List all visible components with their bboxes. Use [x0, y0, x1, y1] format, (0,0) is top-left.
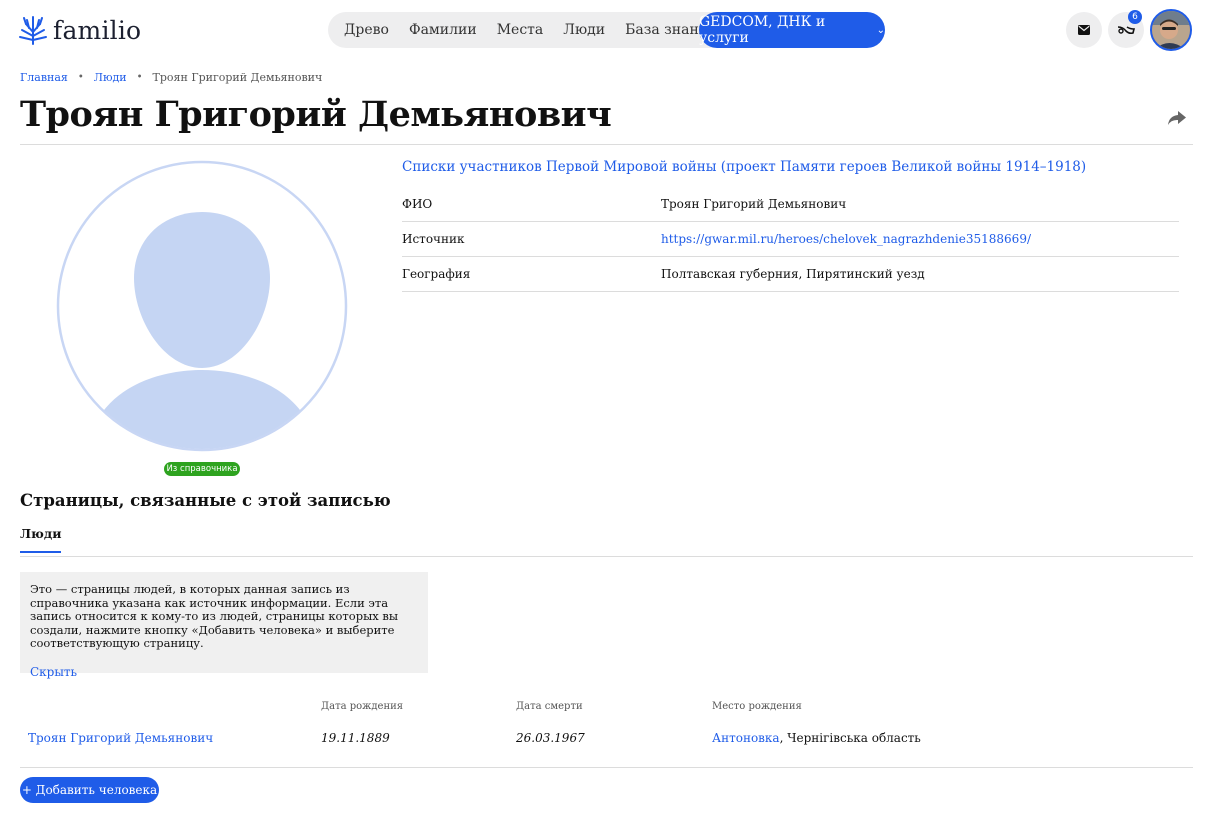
logo-text: familio: [53, 15, 142, 45]
birth-place-link[interactable]: Антоновка: [712, 731, 780, 745]
envelope-icon: [1078, 25, 1090, 35]
detail-value: Полтавская губерния, Пирятинский уезд: [661, 267, 925, 281]
birth-place-rest: , Чернігівська область: [779, 731, 921, 745]
breadcrumb-current: Троян Григорий Демьянович: [152, 71, 323, 84]
info-text: Это — страницы людей, в которых данная з…: [30, 582, 399, 650]
breadcrumb-people[interactable]: Люди: [94, 71, 127, 84]
related-pages-title: Страницы, связанные с этой записью: [20, 491, 391, 510]
tab-people[interactable]: Люди: [20, 526, 62, 553]
person-placeholder-icon: [56, 160, 348, 452]
detail-key: География: [402, 267, 471, 281]
reference-source-badge: Из справочника: [164, 462, 240, 476]
breadcrumb: Главная • Люди • Троян Григорий Демьянов…: [20, 71, 322, 84]
breadcrumb-separator: •: [136, 72, 143, 83]
column-header-birth-place: Место рождения: [712, 701, 802, 712]
user-photo-icon: [1152, 11, 1190, 49]
info-box: Это — страницы людей, в которых данная з…: [20, 572, 428, 679]
column-header-death-date: Дата смерти: [516, 701, 583, 712]
person-name-link[interactable]: Троян Григорий Демьянович: [28, 731, 213, 745]
record-source-link[interactable]: Списки участников Первой Мировой войны (…: [402, 159, 1086, 175]
tabs-divider: [20, 556, 1193, 557]
familio-logo[interactable]: familio: [18, 14, 141, 46]
hide-info-link[interactable]: Скрыть: [30, 665, 77, 679]
notifications-count-badge: 6: [1128, 10, 1142, 24]
share-icon[interactable]: [1166, 108, 1188, 128]
people-table-divider: [20, 767, 1193, 768]
services-label: GEDCOM, ДНК и услуги: [699, 14, 826, 46]
detail-key: ФИО: [402, 197, 433, 211]
breadcrumb-home[interactable]: Главная: [20, 71, 68, 84]
messages-button[interactable]: [1066, 12, 1102, 48]
detail-value: Троян Григорий Демьянович: [661, 197, 847, 211]
horn-icon: [1117, 26, 1135, 35]
record-details-table: ФИО Троян Григорий Демьянович Источник h…: [402, 187, 1179, 292]
site-header: familio Древо Фамилии Места Люди База зн…: [0, 0, 1213, 62]
source-url-link[interactable]: https://gwar.mil.ru/heroes/chelovek_nagr…: [661, 232, 1031, 246]
chevron-down-icon: ⌄: [876, 24, 885, 36]
main-nav: Древо Фамилии Места Люди База знаний: [328, 12, 734, 48]
services-dropdown-button[interactable]: GEDCOM, ДНК и услуги ⌄: [699, 12, 885, 48]
person-birth-date: 19.11.1889: [321, 731, 390, 745]
nav-item-tree[interactable]: Древо: [334, 22, 399, 38]
detail-row-fio: ФИО Троян Григорий Демьянович: [402, 187, 1179, 222]
detail-row-source: Источник https://gwar.mil.ru/heroes/chel…: [402, 222, 1179, 257]
detail-row-geography: География Полтавская губерния, Пирятинск…: [402, 257, 1179, 292]
breadcrumb-separator: •: [77, 72, 84, 83]
page-title: Троян Григорий Демьянович: [20, 94, 612, 135]
notifications-button[interactable]: 6: [1108, 10, 1144, 48]
title-divider: [20, 144, 1193, 145]
user-avatar[interactable]: [1150, 9, 1192, 51]
person-birth-place: Антоновка, Чернігівська область: [712, 731, 921, 745]
person-death-date: 26.03.1967: [516, 731, 585, 745]
nav-item-surnames[interactable]: Фамилии: [399, 22, 487, 38]
column-header-birth-date: Дата рождения: [321, 701, 404, 712]
nav-item-places[interactable]: Места: [487, 22, 554, 38]
nav-item-people[interactable]: Люди: [553, 22, 615, 38]
detail-key: Источник: [402, 232, 465, 246]
tree-logo-icon: [19, 16, 47, 45]
add-person-button[interactable]: + Добавить человека: [20, 777, 159, 803]
